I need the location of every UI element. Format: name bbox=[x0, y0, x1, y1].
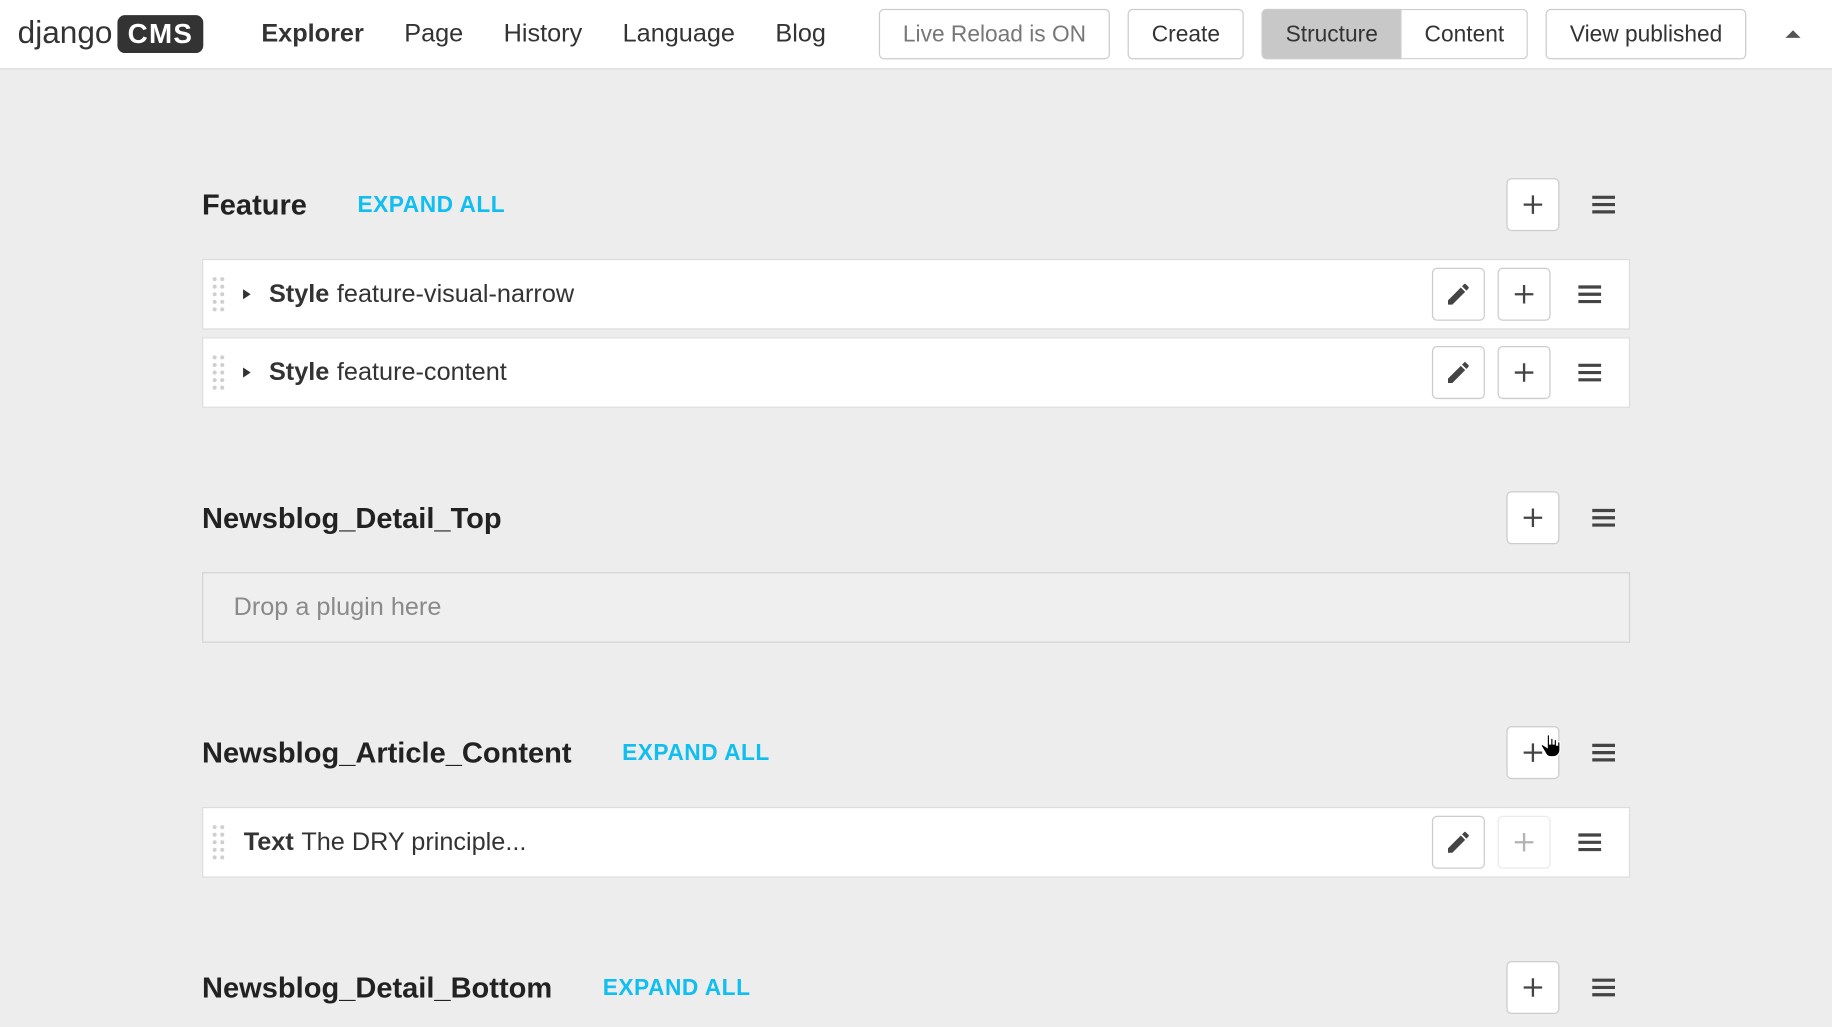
grip-icon bbox=[211, 823, 226, 861]
drag-handle[interactable] bbox=[203, 338, 233, 406]
plugin-row[interactable]: TextThe DRY principle... bbox=[202, 807, 1630, 878]
plugin-desc: The DRY principle... bbox=[301, 828, 526, 856]
expand-toggle[interactable] bbox=[234, 287, 259, 302]
plugin-desc: feature-content bbox=[337, 358, 507, 386]
placeholder-header: Newsblog_Detail_Top bbox=[202, 491, 1630, 544]
placeholder-title: Newsblog_Article_Content bbox=[202, 736, 572, 770]
triangle-right-icon bbox=[239, 287, 254, 302]
placeholder-menu-button[interactable] bbox=[1577, 178, 1630, 231]
placeholder-menu-button[interactable] bbox=[1577, 491, 1630, 544]
plugin-row[interactable]: Style feature-content bbox=[202, 337, 1630, 408]
hamburger-icon bbox=[1588, 972, 1618, 1002]
pointer-cursor-icon bbox=[1538, 732, 1566, 760]
triangle-right-icon bbox=[239, 365, 254, 380]
plus-icon bbox=[1510, 359, 1538, 387]
hamburger-icon bbox=[1575, 279, 1605, 309]
menu-blog[interactable]: Blog bbox=[755, 20, 846, 49]
plugin-menu-button[interactable] bbox=[1563, 346, 1616, 399]
placeholder-header: Feature EXPAND ALL bbox=[202, 178, 1630, 231]
grip-icon bbox=[211, 354, 226, 392]
placeholder-newsblog-detail-top: Newsblog_Detail_Top Drop a plugin here bbox=[202, 491, 1630, 643]
hamburger-icon bbox=[1588, 189, 1618, 219]
logo-prefix: django bbox=[18, 15, 113, 52]
plugin-menu-button[interactable] bbox=[1563, 268, 1616, 321]
menu-page[interactable]: Page bbox=[384, 20, 483, 49]
add-child-plugin-button bbox=[1498, 816, 1551, 869]
live-reload-toggle[interactable]: Live Reload is ON bbox=[879, 9, 1110, 60]
plugin-label: Style feature-content bbox=[269, 358, 507, 387]
collapse-toolbar-button[interactable] bbox=[1772, 0, 1815, 69]
logo[interactable]: django CMS bbox=[18, 15, 204, 53]
placeholder-title: Feature bbox=[202, 188, 307, 222]
placeholder-header: Newsblog_Detail_Bottom EXPAND ALL bbox=[202, 961, 1630, 1014]
view-mode-toggle: Structure Content bbox=[1262, 9, 1529, 60]
placeholder-newsblog-article-content: Newsblog_Article_Content EXPAND ALL Text… bbox=[202, 726, 1630, 878]
chevron-up-icon bbox=[1782, 23, 1805, 46]
add-plugin-button[interactable] bbox=[1506, 491, 1559, 544]
structure-tab[interactable]: Structure bbox=[1262, 9, 1402, 60]
plugin-menu-button[interactable] bbox=[1563, 816, 1616, 869]
edit-plugin-button[interactable] bbox=[1432, 346, 1485, 399]
content-tab[interactable]: Content bbox=[1402, 9, 1528, 60]
pencil-icon bbox=[1445, 280, 1473, 308]
structure-board: Feature EXPAND ALL bbox=[0, 69, 1832, 1026]
expand-all-link[interactable]: EXPAND ALL bbox=[357, 191, 505, 218]
plugin-row[interactable]: Style feature-visual-narrow bbox=[202, 259, 1630, 330]
plus-icon bbox=[1510, 828, 1538, 856]
placeholder-menu-button[interactable] bbox=[1577, 961, 1630, 1014]
placeholder-newsblog-detail-bottom: Newsblog_Detail_Bottom EXPAND ALL Snippe… bbox=[202, 961, 1630, 1027]
plus-icon bbox=[1519, 974, 1547, 1002]
add-plugin-button[interactable] bbox=[1506, 726, 1559, 779]
plugin-desc: feature-visual-narrow bbox=[337, 280, 574, 308]
create-button[interactable]: Create bbox=[1128, 9, 1244, 60]
placeholder-title: Newsblog_Detail_Top bbox=[202, 501, 502, 535]
expand-all-link[interactable]: EXPAND ALL bbox=[603, 974, 751, 1001]
hamburger-icon bbox=[1588, 503, 1618, 533]
placeholder-header: Newsblog_Article_Content EXPAND ALL bbox=[202, 726, 1630, 779]
pencil-icon bbox=[1445, 359, 1473, 387]
hamburger-icon bbox=[1588, 737, 1618, 767]
pencil-icon bbox=[1445, 828, 1473, 856]
plugin-kind: Style bbox=[269, 358, 329, 386]
add-child-plugin-button[interactable] bbox=[1498, 268, 1551, 321]
placeholder-menu-button[interactable] bbox=[1577, 726, 1630, 779]
hamburger-icon bbox=[1575, 357, 1605, 387]
plus-icon bbox=[1519, 504, 1547, 532]
plugin-label: Style feature-visual-narrow bbox=[269, 280, 574, 309]
add-child-plugin-button[interactable] bbox=[1498, 346, 1551, 399]
add-plugin-button[interactable] bbox=[1506, 961, 1559, 1014]
menu-language[interactable]: Language bbox=[602, 20, 755, 49]
edit-plugin-button[interactable] bbox=[1432, 268, 1485, 321]
drop-zone[interactable]: Drop a plugin here bbox=[202, 572, 1630, 643]
logo-suffix: CMS bbox=[118, 15, 204, 53]
menu-explorer[interactable]: Explorer bbox=[241, 20, 384, 49]
expand-toggle[interactable] bbox=[234, 365, 259, 380]
plugin-label: TextThe DRY principle... bbox=[244, 828, 527, 857]
toolbar: django CMS Explorer Page History Languag… bbox=[0, 0, 1832, 69]
drag-handle[interactable] bbox=[203, 260, 233, 328]
plus-icon bbox=[1510, 280, 1538, 308]
placeholder-title: Newsblog_Detail_Bottom bbox=[202, 970, 552, 1004]
plugin-kind: Text bbox=[244, 828, 294, 856]
menu-history[interactable]: History bbox=[483, 20, 602, 49]
edit-plugin-button[interactable] bbox=[1432, 816, 1485, 869]
plus-icon bbox=[1519, 191, 1547, 219]
hamburger-icon bbox=[1575, 827, 1605, 857]
grip-icon bbox=[211, 275, 226, 313]
view-published-button[interactable]: View published bbox=[1546, 9, 1746, 60]
add-plugin-button[interactable] bbox=[1506, 178, 1559, 231]
plugin-kind: Style bbox=[269, 280, 329, 308]
drag-handle[interactable] bbox=[203, 808, 233, 876]
placeholder-feature: Feature EXPAND ALL bbox=[202, 178, 1630, 408]
expand-all-link[interactable]: EXPAND ALL bbox=[622, 739, 770, 766]
